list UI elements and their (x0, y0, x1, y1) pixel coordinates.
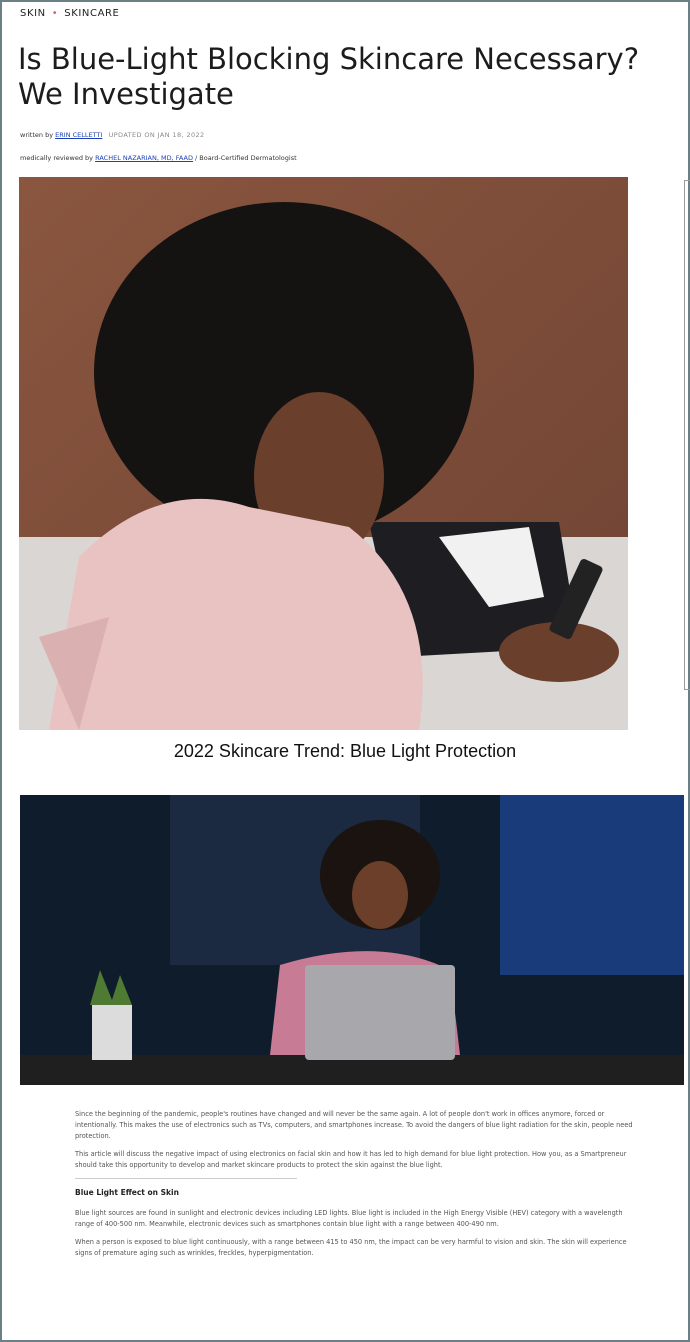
written-by-label: written by (20, 131, 54, 139)
updated-date: UPDATED ON JAN 18, 2022 (108, 131, 205, 139)
secondary-image (20, 795, 684, 1085)
hero-illustration (19, 177, 628, 730)
byline-author: written by ERIN CELLETTI UPDATED ON JAN … (20, 131, 205, 139)
divider (75, 1178, 297, 1179)
paragraph-3: Blue light sources are found in sunlight… (75, 1209, 623, 1228)
reviewed-by-label: medically reviewed by (20, 154, 94, 162)
reviewer-link[interactable]: RACHEL NAZARIAN, MD, FAAD (95, 154, 193, 162)
hero-image (19, 177, 628, 730)
sidebar-ad-frame (684, 180, 690, 690)
hero-caption: 2022 Skincare Trend: Blue Light Protecti… (173, 741, 517, 761)
byline-reviewer: medically reviewed by RACHEL NAZARIAN, M… (20, 154, 297, 162)
laptop-illustration (20, 795, 684, 1085)
section-heading: Blue Light Effect on Skin (75, 1188, 179, 1197)
article-body: Since the beginning of the pandemic, peo… (75, 1109, 635, 1266)
article-title: Is Blue-Light Blocking Skincare Necessar… (18, 42, 640, 111)
breadcrumb: SKIN • SKINCARE (20, 8, 119, 19)
paragraph-1: Since the beginning of the pandemic, peo… (75, 1110, 633, 1140)
reviewer-title: / Board-Certified Dermatologist (195, 154, 297, 162)
paragraph-4: When a person is exposed to blue light c… (75, 1238, 627, 1257)
breadcrumb-separator: • (51, 8, 59, 19)
author-link[interactable]: ERIN CELLETTI (55, 131, 102, 139)
breadcrumb-skincare[interactable]: SKINCARE (64, 8, 119, 19)
breadcrumb-skin[interactable]: SKIN (20, 8, 46, 19)
paragraph-2: This article will discuss the negative i… (75, 1150, 627, 1169)
